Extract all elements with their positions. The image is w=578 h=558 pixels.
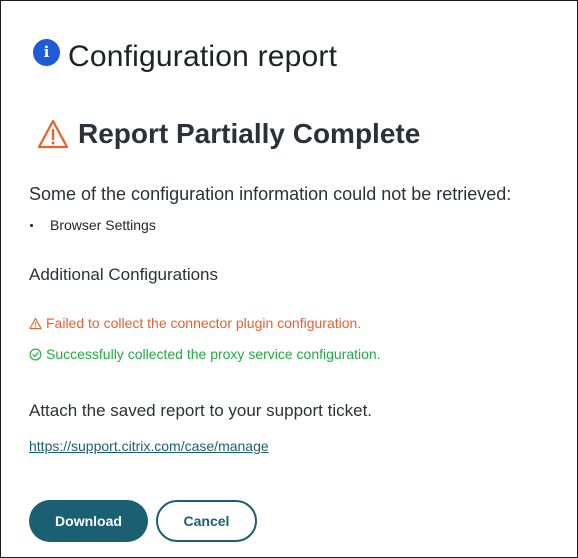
attach-instructions: Attach the saved report to your support …	[29, 401, 373, 420]
failure-message: Failed to collect the connector plugin c…	[29, 315, 361, 331]
success-message: Successfully collected the proxy service…	[29, 346, 381, 362]
warning-triangle-icon	[37, 119, 69, 149]
list-item-label: Browser Settings	[50, 217, 156, 233]
download-button[interactable]: Download	[29, 500, 148, 542]
configuration-report-dialog: i Configuration report Report Partially …	[0, 0, 578, 558]
bullet-dot	[30, 223, 33, 227]
missing-items-list: Browser Settings	[29, 215, 156, 235]
description-text: Some of the configuration information co…	[29, 184, 512, 204]
list-item: Browser Settings	[29, 215, 156, 235]
check-circle-icon	[29, 348, 42, 360]
dialog-header: i Configuration report	[33, 37, 337, 77]
dialog-title: Configuration report	[68, 40, 338, 73]
success-message-text: Successfully collected the proxy service…	[46, 346, 381, 362]
support-link[interactable]: https://support.citrix.com/case/manage	[29, 438, 269, 454]
failure-message-text: Failed to collect the connector plugin c…	[46, 315, 362, 331]
report-status: Report Partially Complete	[37, 114, 420, 154]
info-icon: i	[33, 38, 60, 66]
status-title: Report Partially Complete	[78, 118, 421, 149]
warning-triangle-icon	[29, 317, 42, 329]
additional-configurations-heading: Additional Configurations	[29, 265, 219, 284]
cancel-button[interactable]: Cancel	[156, 500, 257, 542]
